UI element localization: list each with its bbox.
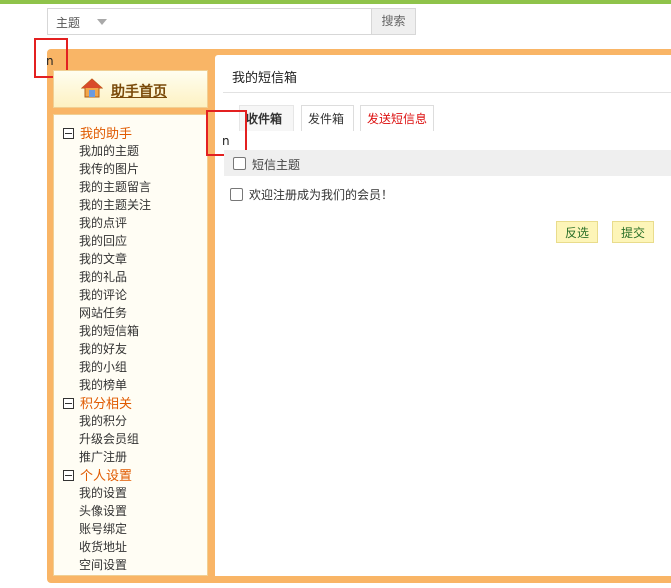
submit-button[interactable]: 提交 bbox=[612, 221, 655, 243]
tab-send-message[interactable]: 发送短信息 bbox=[360, 105, 434, 131]
sidebar-item[interactable]: 头像设置 bbox=[79, 502, 127, 519]
top-accent-bar bbox=[0, 0, 671, 4]
sidebar-item[interactable]: 我的主题留言 bbox=[79, 178, 151, 195]
message-list-header: 短信主题 bbox=[224, 150, 671, 176]
message-checkbox[interactable] bbox=[230, 188, 243, 201]
sidebar-item[interactable]: 我的评论 bbox=[79, 286, 127, 303]
sidebar-item[interactable]: 我的设置 bbox=[79, 484, 127, 501]
sidebar-item[interactable]: 我加的主题 bbox=[79, 142, 139, 159]
sidebar-item[interactable]: 收货地址 bbox=[79, 538, 127, 555]
subject-column-header: 短信主题 bbox=[252, 158, 301, 172]
sidebar-item[interactable]: 我传的图片 bbox=[79, 160, 139, 177]
annotation-text-left: n bbox=[46, 54, 54, 68]
message-subject[interactable]: 欢迎注册成为我们的会员！ bbox=[249, 186, 393, 203]
group-my-assistant[interactable]: 我的助手 bbox=[63, 123, 132, 142]
sidebar-item[interactable]: 升级会员组 bbox=[79, 430, 139, 447]
sidebar-item[interactable]: 我的文章 bbox=[79, 250, 127, 267]
group-points[interactable]: 积分相关 bbox=[63, 393, 132, 412]
sidebar-item[interactable]: 我的榜单 bbox=[79, 376, 127, 393]
search-scope-select[interactable]: 主题 bbox=[56, 14, 80, 31]
assistant-home-label: 助手首页 bbox=[111, 84, 167, 100]
sidebar-menu: 我的助手 我加的主题 我传的图片 我的主题留言 我的主题关注 我的点评 我的回应… bbox=[53, 114, 208, 576]
sidebar-item[interactable]: 网站任务 bbox=[79, 304, 127, 321]
group-title: 个人设置 bbox=[80, 469, 133, 484]
assistant-home-link[interactable]: 助手首页 bbox=[53, 70, 208, 108]
collapse-icon[interactable] bbox=[63, 470, 74, 481]
collapse-icon[interactable] bbox=[63, 398, 74, 409]
main-panel: 我的短信箱 收件箱 发件箱 发送短信息 bbox=[215, 55, 671, 576]
group-title: 积分相关 bbox=[80, 397, 133, 412]
sidebar-item[interactable]: 我的主题关注 bbox=[79, 196, 151, 213]
sidebar-item[interactable]: 我的小组 bbox=[79, 358, 127, 375]
page-title: 我的短信箱 bbox=[232, 71, 298, 86]
sidebar-item[interactable]: 我的短信箱 bbox=[79, 322, 139, 339]
sidebar-item[interactable]: 我的点评 bbox=[79, 214, 127, 231]
group-personal-settings[interactable]: 个人设置 bbox=[63, 465, 132, 484]
sidebar-item[interactable]: 空间设置 bbox=[79, 556, 127, 573]
home-icon bbox=[81, 78, 103, 98]
sidebar-item[interactable]: 我的积分 bbox=[79, 412, 127, 429]
select-all-checkbox[interactable] bbox=[233, 157, 246, 170]
sidebar-item[interactable]: 账号绑定 bbox=[79, 520, 127, 537]
tab-inbox[interactable]: 收件箱 bbox=[239, 105, 294, 131]
invert-selection-button[interactable]: 反选 bbox=[556, 221, 599, 243]
chevron-down-icon[interactable] bbox=[97, 19, 107, 25]
sidebar-item[interactable]: 我的回应 bbox=[79, 232, 127, 249]
divider bbox=[223, 92, 671, 93]
collapse-icon[interactable] bbox=[63, 128, 74, 139]
sidebar-item[interactable]: 推广注册 bbox=[79, 448, 127, 465]
tab-outbox[interactable]: 发件箱 bbox=[301, 105, 354, 131]
sidebar-item[interactable]: 我的礼品 bbox=[79, 268, 127, 285]
sidebar-item[interactable]: 我的好友 bbox=[79, 340, 127, 357]
search-bar: 主题 搜索 bbox=[47, 8, 416, 35]
search-button[interactable]: 搜索 bbox=[371, 9, 415, 34]
group-title: 我的助手 bbox=[80, 127, 133, 142]
annotation-text-main: n bbox=[222, 134, 230, 148]
